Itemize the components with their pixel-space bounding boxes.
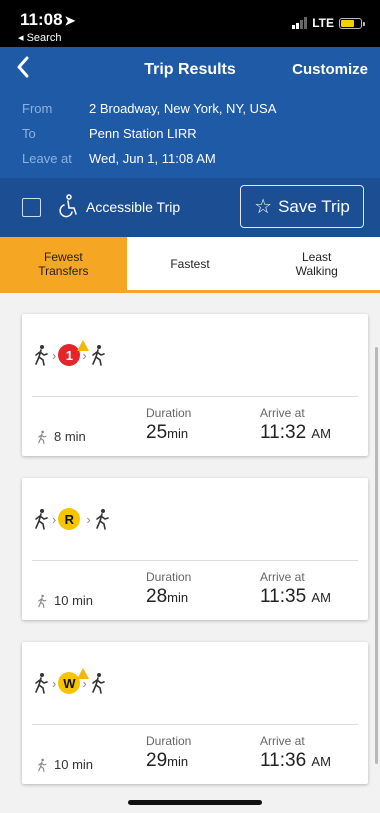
nav-bar: Trip Results Customize bbox=[0, 47, 380, 93]
duration-value: 29min bbox=[146, 750, 188, 772]
divider bbox=[32, 724, 358, 725]
divider bbox=[32, 560, 358, 561]
arrive-label: Arrive at bbox=[260, 406, 305, 420]
trip-result-card[interactable]: › W › 10 min Duration 29min Arrive at 11… bbox=[22, 642, 368, 784]
arrive-time: 11:32 bbox=[260, 422, 307, 443]
walk-duration: 10 min bbox=[54, 593, 94, 608]
duration-number: 29 bbox=[146, 750, 168, 771]
tab-least-walking[interactable]: Least Walking bbox=[253, 237, 380, 290]
duration-label: Duration bbox=[146, 406, 192, 420]
walk-icon bbox=[91, 673, 105, 694]
from-value: 2 Broadway, New York, NY, USA bbox=[89, 101, 277, 116]
walk-icon bbox=[35, 673, 48, 694]
signal-icon bbox=[292, 17, 308, 29]
options-bar: Accessible Trip ☆ Save Trip bbox=[0, 178, 380, 237]
back-to-search-link[interactable]: ◂ Search bbox=[18, 31, 61, 44]
arrive-value: 11:35 AM bbox=[260, 586, 331, 608]
status-time: 11:08 ➤ bbox=[20, 10, 75, 30]
tab-fastest[interactable]: Fastest bbox=[127, 237, 254, 290]
subway-line-bullet: W bbox=[58, 668, 90, 694]
chevron-right-icon: › bbox=[52, 511, 57, 527]
arrive-label: Arrive at bbox=[260, 734, 305, 748]
divider bbox=[32, 396, 358, 397]
chevron-right-icon: › bbox=[52, 347, 57, 363]
wheelchair-icon bbox=[59, 194, 77, 218]
alert-icon bbox=[77, 340, 90, 351]
location-arrow-icon: ➤ bbox=[64, 13, 76, 28]
duration-unit: min bbox=[167, 590, 189, 605]
line-label: 1 bbox=[65, 347, 73, 363]
accessible-checkbox[interactable] bbox=[22, 198, 41, 217]
tab-fewest-transfers[interactable]: Fewest Transfers bbox=[0, 237, 127, 290]
leave-row[interactable]: Leave at Wed, Jun 1, 11:08 AM bbox=[22, 151, 216, 166]
leave-label: Leave at bbox=[22, 151, 72, 166]
save-trip-label: Save Trip bbox=[278, 196, 350, 216]
chevron-right-icon: › bbox=[52, 675, 57, 691]
route-steps: › W › bbox=[32, 668, 107, 696]
walk-time: 10 min bbox=[36, 757, 93, 772]
route-steps: › 1 › bbox=[32, 340, 107, 368]
line-label: R bbox=[64, 511, 75, 527]
status-bar: 11:08 ➤ ◂ Search LTE bbox=[0, 0, 380, 47]
from-row[interactable]: From 2 Broadway, New York, NY, USA bbox=[22, 101, 276, 116]
arrive-ampm: AM bbox=[311, 754, 331, 769]
subway-line-bullet: 1 bbox=[58, 340, 90, 366]
battery-icon bbox=[339, 17, 365, 29]
walk-icon bbox=[91, 345, 105, 366]
to-row[interactable]: To Penn Station LIRR bbox=[22, 126, 197, 141]
duration-number: 28 bbox=[146, 586, 168, 607]
arrive-time: 11:36 bbox=[260, 750, 307, 771]
arrive-ampm: AM bbox=[311, 590, 331, 605]
home-indicator[interactable] bbox=[128, 800, 262, 805]
leave-value: Wed, Jun 1, 11:08 AM bbox=[89, 151, 216, 166]
to-value: Penn Station LIRR bbox=[89, 126, 197, 141]
clock: 11:08 bbox=[20, 10, 63, 29]
network-label: LTE bbox=[312, 16, 334, 30]
arrive-ampm: AM bbox=[311, 426, 331, 441]
to-label: To bbox=[22, 126, 36, 141]
alert-icon bbox=[77, 668, 90, 679]
route-steps: › R › bbox=[32, 506, 111, 532]
duration-unit: min bbox=[167, 426, 189, 441]
star-icon: ☆ bbox=[254, 195, 273, 218]
walk-time: 8 min bbox=[36, 429, 86, 444]
walk-duration: 10 min bbox=[54, 757, 94, 772]
duration-label: Duration bbox=[146, 734, 192, 748]
scrollbar[interactable] bbox=[375, 347, 378, 764]
duration-value: 28min bbox=[146, 586, 188, 608]
trip-summary: From 2 Broadway, New York, NY, USA To Penn… bbox=[0, 93, 380, 178]
status-indicators: LTE bbox=[292, 16, 365, 30]
subway-line-bullet: R bbox=[58, 508, 81, 530]
arrive-label: Arrive at bbox=[260, 570, 305, 584]
trip-result-card[interactable]: › 1 › 8 min Duration 25min Arrive at 11:… bbox=[22, 314, 368, 456]
accessible-trip-label[interactable]: Accessible Trip bbox=[86, 199, 180, 215]
arrive-value: 11:36 AM bbox=[260, 750, 331, 772]
save-trip-button[interactable]: ☆ Save Trip bbox=[240, 185, 364, 228]
duration-unit: min bbox=[167, 754, 189, 769]
chevron-right-icon: › bbox=[86, 511, 91, 527]
walk-time: 10 min bbox=[36, 593, 93, 608]
trip-result-card[interactable]: › R › 10 min Duration 28min Arrive at 11… bbox=[22, 478, 368, 620]
walk-icon bbox=[35, 345, 48, 366]
walk-icon bbox=[38, 430, 47, 444]
walk-icon bbox=[38, 594, 47, 608]
duration-number: 25 bbox=[146, 422, 168, 443]
sort-tabs: Fewest Transfers Fastest Least Walking bbox=[0, 237, 380, 293]
line-label: W bbox=[63, 675, 76, 691]
walk-icon bbox=[35, 509, 48, 530]
from-label: From bbox=[22, 101, 53, 116]
walk-icon bbox=[95, 509, 109, 530]
arrive-time: 11:35 bbox=[260, 586, 307, 607]
walk-duration: 8 min bbox=[54, 429, 86, 444]
walk-icon bbox=[38, 758, 47, 772]
duration-label: Duration bbox=[146, 570, 192, 584]
arrive-value: 11:32 AM bbox=[260, 422, 331, 444]
duration-value: 25min bbox=[146, 422, 188, 444]
customize-button[interactable]: Customize bbox=[292, 61, 368, 78]
